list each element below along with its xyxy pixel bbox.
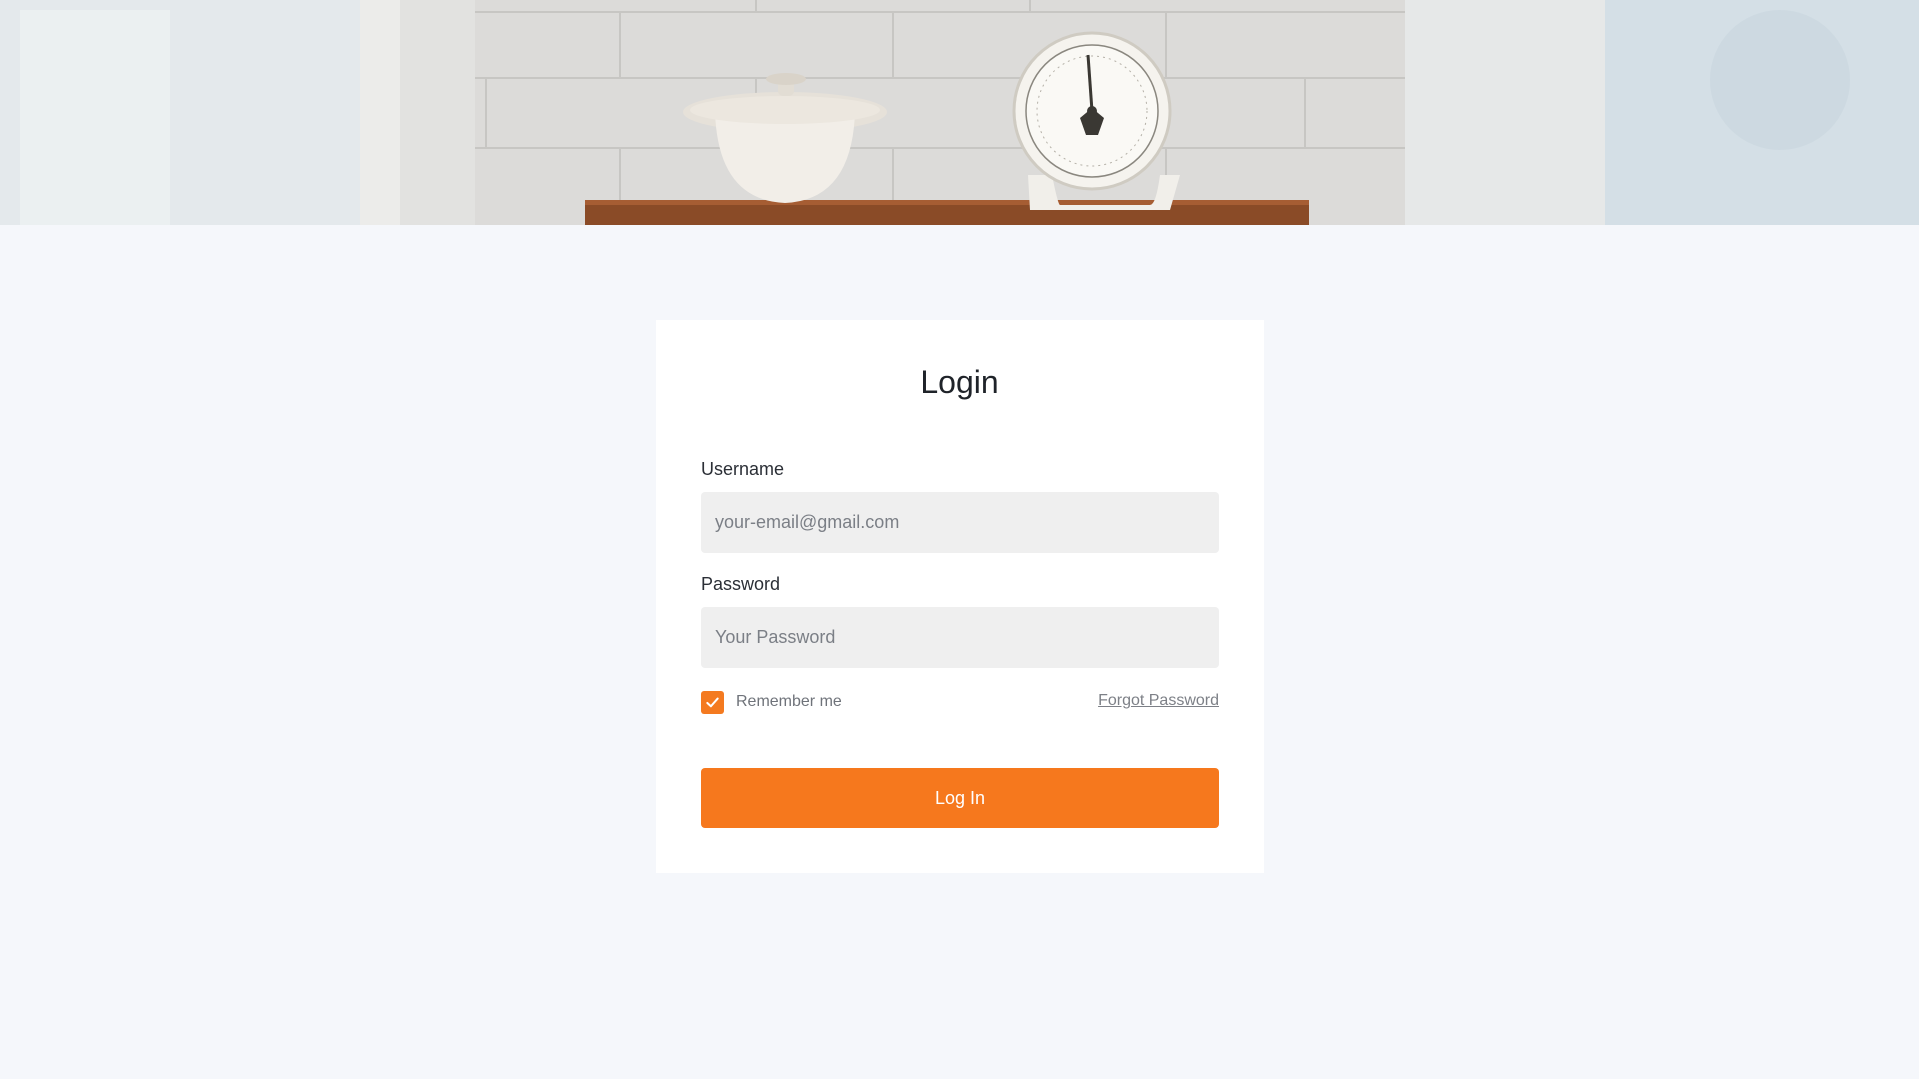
forgot-password-link[interactable]: Forgot Password: [1098, 692, 1219, 710]
login-title: Login: [920, 364, 999, 400]
password-label: Password: [701, 574, 781, 594]
login-button[interactable]: Log In: [701, 768, 1219, 828]
remember-me-label: Remember me: [736, 693, 842, 710]
username-input[interactable]: [701, 492, 1219, 553]
username-label: Username: [701, 459, 785, 479]
check-icon: [706, 697, 719, 707]
kitchen-shelf-illustration: [0, 0, 1919, 225]
checkbox-checked[interactable]: [701, 690, 724, 714]
password-input[interactable]: [701, 607, 1219, 668]
hero-banner-image: [0, 0, 1919, 225]
remember-me-checkbox[interactable]: Remember me: [701, 690, 842, 714]
